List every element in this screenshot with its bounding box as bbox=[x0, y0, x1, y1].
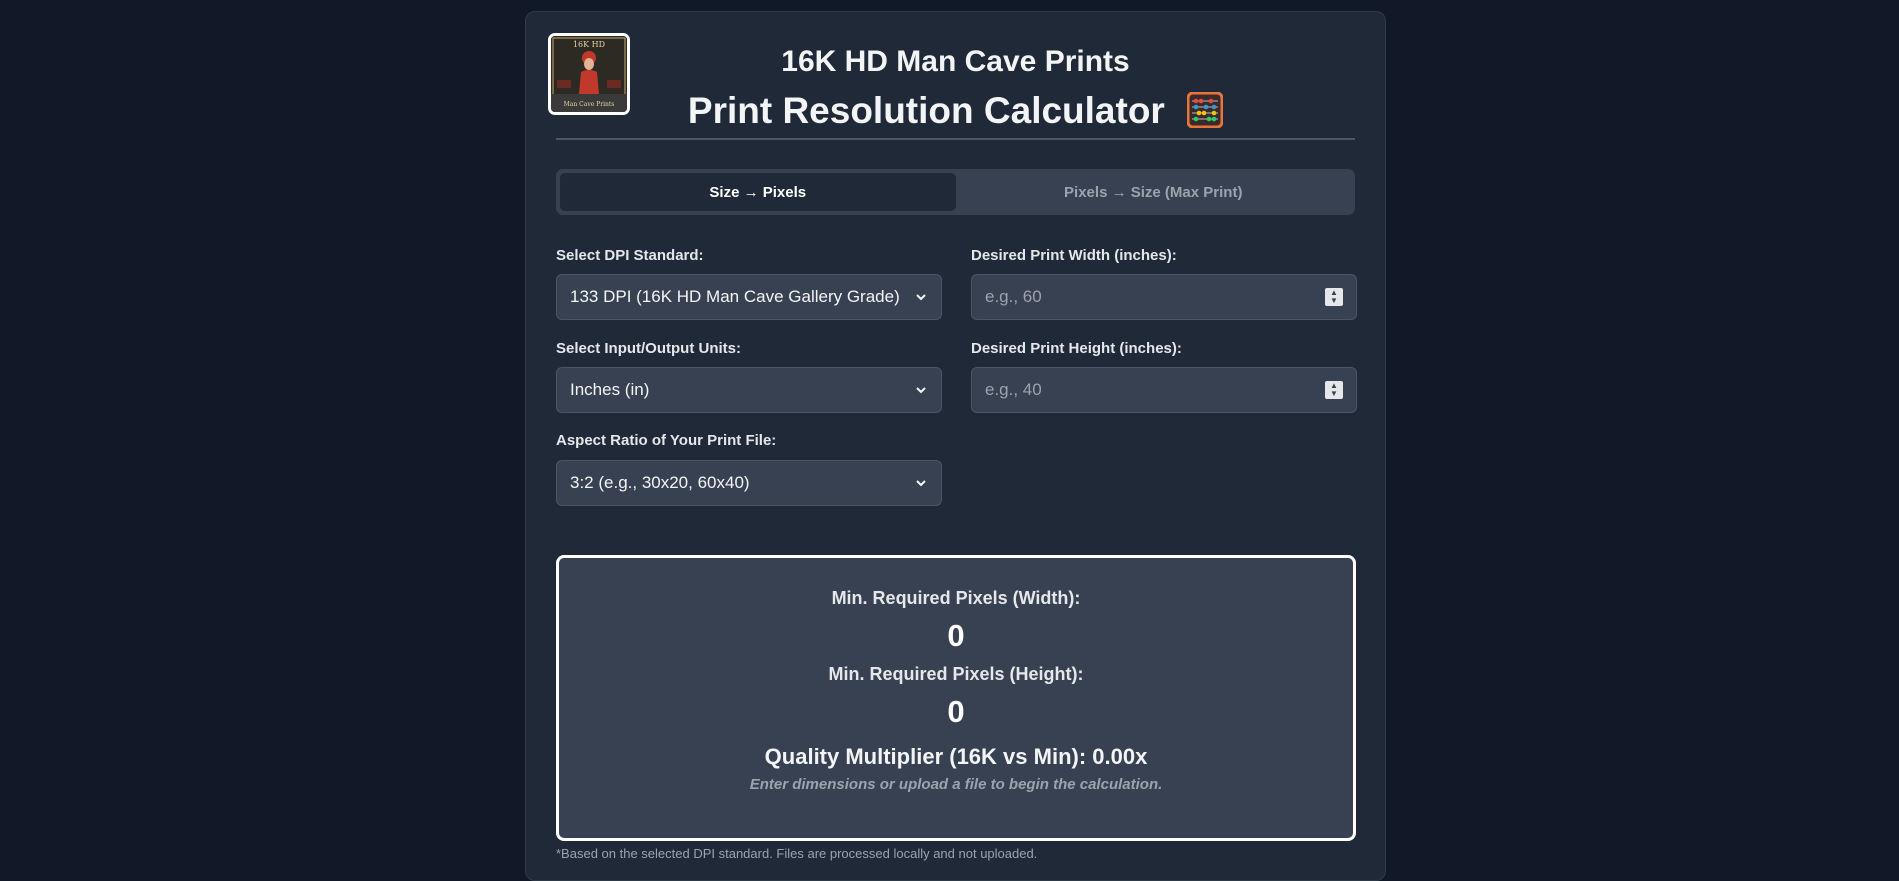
aspect-select-value: 3:2 (e.g., 30x20, 60x40) bbox=[570, 473, 750, 492]
width-input[interactable]: e.g., 60 ▲ ▼ bbox=[971, 274, 1357, 320]
results-panel: Min. Required Pixels (Width): 0 Min. Req… bbox=[556, 555, 1356, 841]
mode-tabs: Size → Pixels Pixels → Size (Max Print) bbox=[556, 169, 1355, 215]
dpi-select-value: 133 DPI (16K HD Man Cave Gallery Grade) bbox=[570, 287, 900, 306]
units-select-value: Inches (in) bbox=[570, 380, 650, 399]
units-label: Select Input/Output Units: bbox=[556, 340, 741, 357]
calculator-card: 16K HD Man Cave Prints 16K HD Man Cave P… bbox=[525, 11, 1386, 881]
results-hint: Enter dimensions or upload a file to beg… bbox=[749, 776, 1163, 793]
brand-name: 16K HD Man Cave Prints bbox=[781, 45, 1130, 78]
page-title: Print Resolution Calculator bbox=[526, 90, 1385, 132]
spinner-icon[interactable]: ▲ ▼ bbox=[1325, 381, 1343, 399]
width-input-placeholder: e.g., 60 bbox=[985, 287, 1042, 306]
page-title-text: Print Resolution Calculator bbox=[687, 90, 1165, 131]
min-width-label: Min. Required Pixels (Width): bbox=[831, 588, 1081, 608]
height-input[interactable]: e.g., 40 ▲ ▼ bbox=[971, 367, 1357, 413]
dpi-select[interactable]: 133 DPI (16K HD Man Cave Gallery Grade) bbox=[556, 274, 942, 320]
spinner-icon[interactable]: ▲ ▼ bbox=[1325, 288, 1343, 306]
min-height-value: 0 bbox=[947, 694, 965, 729]
chevron-down-icon bbox=[916, 294, 926, 301]
quality-multiplier: Quality Multiplier (16K vs Min): 0.00x bbox=[764, 744, 1148, 769]
min-height-label: Min. Required Pixels (Height): bbox=[828, 664, 1084, 684]
chevron-down-icon bbox=[916, 387, 926, 394]
units-select[interactable]: Inches (in) bbox=[556, 367, 942, 413]
min-width-value: 0 bbox=[947, 618, 965, 653]
width-label: Desired Print Width (inches): bbox=[971, 247, 1177, 264]
aspect-label: Aspect Ratio of Your Print File: bbox=[556, 432, 777, 449]
aspect-select[interactable]: 3:2 (e.g., 30x20, 60x40) bbox=[556, 460, 942, 506]
height-label: Desired Print Height (inches): bbox=[971, 340, 1182, 357]
chevron-down-icon bbox=[916, 480, 926, 487]
abacus-icon bbox=[1187, 92, 1224, 129]
footer-note: *Based on the selected DPI standard. Fil… bbox=[556, 846, 1038, 861]
dpi-label: Select DPI Standard: bbox=[556, 247, 704, 264]
height-input-placeholder: e.g., 40 bbox=[985, 380, 1042, 399]
header-divider bbox=[556, 138, 1355, 140]
tab-pixels-to-size[interactable]: Pixels → Size (Max Print) bbox=[956, 173, 1352, 211]
tab-size-to-pixels[interactable]: Size → Pixels bbox=[560, 173, 956, 211]
